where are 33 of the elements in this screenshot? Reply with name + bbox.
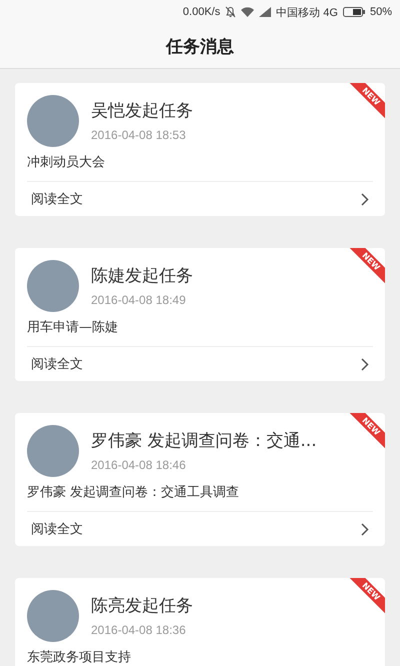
chevron-right-icon xyxy=(361,192,369,206)
page-title: 任务消息 xyxy=(166,36,234,58)
avatar xyxy=(27,95,79,147)
task-title: 陈亮发起任务 xyxy=(91,595,193,617)
read-more-label: 阅读全文 xyxy=(31,521,83,538)
task-description: 罗伟豪 发起调查问卷：交通工具调查 xyxy=(26,484,240,502)
network-speed: 0.00K/s xyxy=(182,6,220,18)
battery-icon xyxy=(342,7,365,17)
avatar xyxy=(27,260,79,312)
task-description: 东莞政务项目支持 xyxy=(26,649,132,666)
alarm-off-icon xyxy=(225,6,236,18)
read-more-row[interactable]: 阅读全文 xyxy=(27,511,373,546)
task-time: 2016-04-08 18:46 xyxy=(91,458,187,472)
task-time: 2016-04-08 18:49 xyxy=(91,293,187,307)
chevron-right-icon xyxy=(361,522,369,536)
task-description: 冲刺动员大会 xyxy=(26,154,106,172)
avatar xyxy=(27,590,79,642)
read-more-label: 阅读全文 xyxy=(31,191,83,208)
signal-icon xyxy=(259,7,272,17)
task-description: 用车申请—陈婕 xyxy=(26,319,119,337)
task-title: 吴恺发起任务 xyxy=(91,100,193,122)
read-more-label: 阅读全文 xyxy=(31,356,83,373)
read-more-row[interactable]: 阅读全文 xyxy=(27,181,373,216)
task-time: 2016-04-08 18:53 xyxy=(91,128,187,142)
task-time: 2016-04-08 18:36 xyxy=(91,623,187,637)
task-title: 罗伟豪 发起调查问卷：交通... xyxy=(91,430,317,452)
avatar xyxy=(27,425,79,477)
battery-percent: 50% xyxy=(370,6,392,18)
read-more-row[interactable]: 阅读全文 xyxy=(27,346,373,381)
wifi-icon xyxy=(241,7,254,17)
chevron-right-icon xyxy=(361,358,369,370)
task-title: 陈婕发起任务 xyxy=(91,265,193,287)
carrier-label: 中国移动 4G xyxy=(276,6,338,20)
